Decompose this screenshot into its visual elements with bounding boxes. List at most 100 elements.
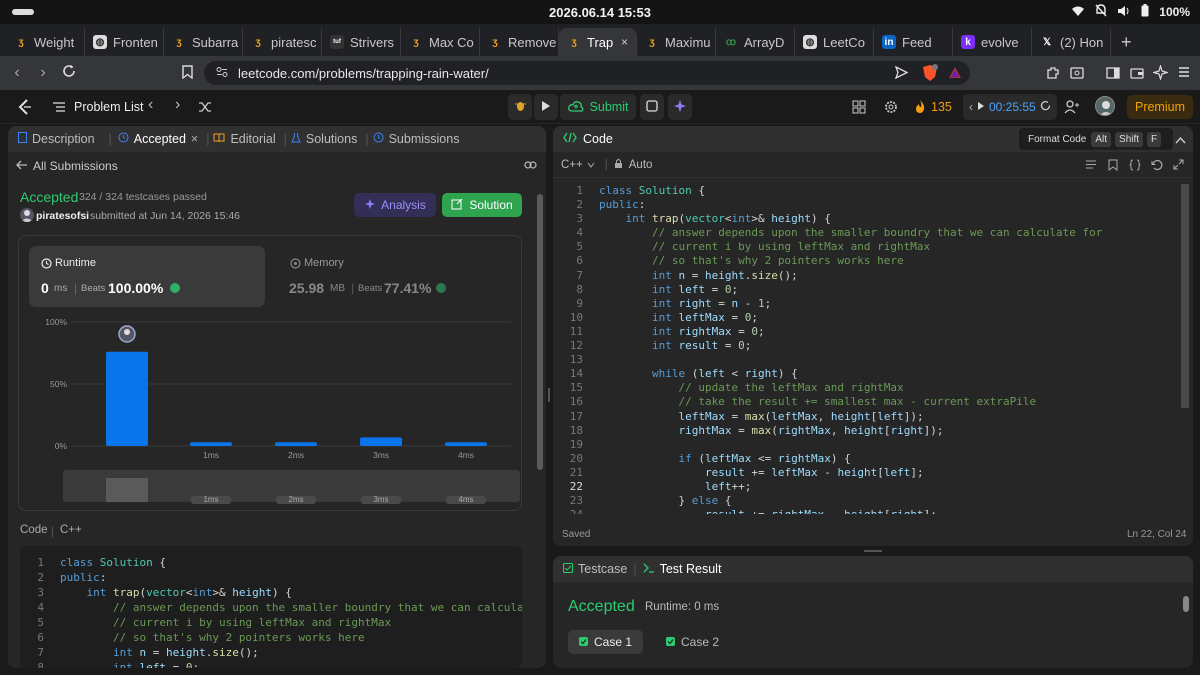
browser-tab[interactable]: ʒ piratesc [243,28,322,56]
layout-icon[interactable] [852,100,866,117]
browser-tab[interactable]: ʒ Subarra [164,28,243,56]
lc-favicon-icon: ʒ [413,36,419,48]
browser-tab[interactable]: k evolve [953,28,1032,56]
left-scrollbar[interactable] [537,194,543,470]
lc-favicon-icon: ʒ [571,36,577,48]
extensions-icon[interactable] [1046,66,1060,83]
submit-button[interactable]: Submit [560,94,636,120]
user-avatar[interactable] [20,208,34,222]
shuffle-icon[interactable] [198,100,212,117]
notes-button[interactable] [640,94,664,120]
y-tick-label: 50% [50,379,67,389]
username[interactable]: piratesofsi [36,210,89,222]
add-friend-icon[interactable] [1064,99,1080,117]
autocomplete-mode[interactable]: Auto [629,159,653,171]
streak-fire-icon[interactable] [914,99,926,117]
code-editor[interactable]: 1 class Solution {2 public: 3 int trap(vect… [553,184,1181,514]
case-1-button[interactable]: Case 1 [568,630,643,654]
screenshot-icon[interactable] [1070,66,1084,83]
panel-resize-handle[interactable] [548,388,550,402]
battery-icon[interactable] [1141,4,1149,20]
timer-reset-icon[interactable] [1040,100,1051,114]
timer-collapse-icon[interactable]: ‹ [969,100,973,114]
reset-icon[interactable] [1151,159,1163,174]
browser-tab[interactable]: ◍ Fronten [85,28,164,56]
browser-tab[interactable]: 𝕏 (2) Hon [1032,28,1111,56]
runtime-value: 0 [41,280,49,296]
browser-tab[interactable]: in Feed [874,28,953,56]
tab-submissions[interactable]: Submissions [373,132,459,146]
browser-tab[interactable]: ʒ Weight [6,28,85,56]
problem-list-icon[interactable] [52,100,66,117]
ai-assist-button[interactable] [668,94,692,120]
browser-tab[interactable]: ʒ Remove [480,28,559,56]
code-text: // answer depends upon the smaller bound… [651,226,1103,240]
analysis-button[interactable]: Analysis [354,193,436,217]
browser-tab[interactable]: tuf Strivers [322,28,401,56]
tab-accepted[interactable]: Accepted × [118,132,198,146]
forward-icon[interactable]: › [30,64,56,82]
tab-description[interactable]: Description [18,132,95,146]
back-icon[interactable]: ‹ [4,64,30,82]
brave-shield-icon[interactable] [922,64,938,85]
wifi-icon[interactable] [1071,5,1085,20]
settings-gear-icon[interactable] [884,100,898,117]
tab-solutions[interactable]: Solutions [291,132,357,146]
test-scrollbar[interactable] [1183,596,1189,612]
volume-icon[interactable] [1117,5,1131,20]
new-tab-button[interactable]: + [1111,28,1142,56]
code-line: 12 int result = 0; [553,339,1181,353]
tab-test-result[interactable]: Test Result [643,562,721,576]
runtime-box[interactable]: Runtime 0 ms | Beats 100.00% [29,246,265,307]
notifications-off-icon[interactable] [1095,4,1107,20]
lines-icon[interactable] [1085,159,1097,173]
sidebar-icon[interactable] [1106,66,1120,83]
url-bar[interactable]: leetcode.com/problems/trapping-rain-wate… [204,61,970,85]
arrow-left-icon[interactable] [16,159,28,173]
all-submissions-link[interactable]: All Submissions [33,159,118,173]
send-icon[interactable] [894,65,909,82]
x-tick-label: 3ms [373,450,389,460]
timer-play-icon[interactable] [977,100,985,114]
language-select[interactable]: C++ [561,159,595,171]
activities-indicator[interactable] [12,9,34,15]
close-tab-icon[interactable]: × [191,132,198,146]
run-button[interactable] [534,94,558,120]
clock[interactable]: 2026.06.14 15:53 [549,5,651,20]
bookmark-icon[interactable] [1108,159,1118,174]
braces-icon[interactable] [1129,159,1141,174]
vertical-resize-handle[interactable] [864,550,882,552]
avatar[interactable] [1095,96,1115,116]
premium-button[interactable]: Premium [1127,95,1193,119]
debug-button[interactable] [508,94,532,120]
timer-widget[interactable]: ‹ 00:25:55 [963,94,1057,120]
leetcode-logo[interactable] [16,98,34,116]
browser-tab[interactable]: ꝏ ArrayD [716,28,795,56]
browser-tab-label: Weight [34,34,75,50]
prev-problem-icon[interactable]: ‹ [148,96,153,114]
site-settings-icon[interactable] [216,66,228,81]
problem-list-link[interactable]: Problem List [74,100,143,114]
reload-icon[interactable] [56,64,82,83]
tab-editorial[interactable]: Editorial [213,132,276,146]
browser-tab[interactable]: ʒ Trap × [559,28,637,56]
bookmark-icon[interactable] [182,65,193,82]
close-tab-icon[interactable]: × [621,35,628,49]
menu-icon[interactable] [1177,65,1191,82]
code-text: // update the leftMax and rightMax [678,381,904,395]
expand-icon[interactable] [1173,159,1184,173]
next-problem-icon[interactable]: › [175,96,180,114]
browser-tab[interactable]: ◍ LeetCo [795,28,874,56]
solution-button[interactable]: Solution [442,193,522,217]
chevron-up-icon[interactable] [1175,133,1186,147]
code-line: 3 int trap(vector<int>& height) { [20,585,522,600]
brave-rewards-icon[interactable] [948,66,962,82]
leo-ai-icon[interactable] [1151,63,1170,83]
wallet-icon[interactable] [1130,66,1144,83]
editor-scrollbar[interactable] [1181,184,1189,408]
case-2-button[interactable]: Case 2 [655,630,730,654]
tab-testcase[interactable]: Testcase [563,562,627,576]
browser-tab[interactable]: ʒ Maximu [637,28,716,56]
browser-tab[interactable]: ʒ Max Co [401,28,480,56]
link-icon[interactable] [524,159,537,174]
